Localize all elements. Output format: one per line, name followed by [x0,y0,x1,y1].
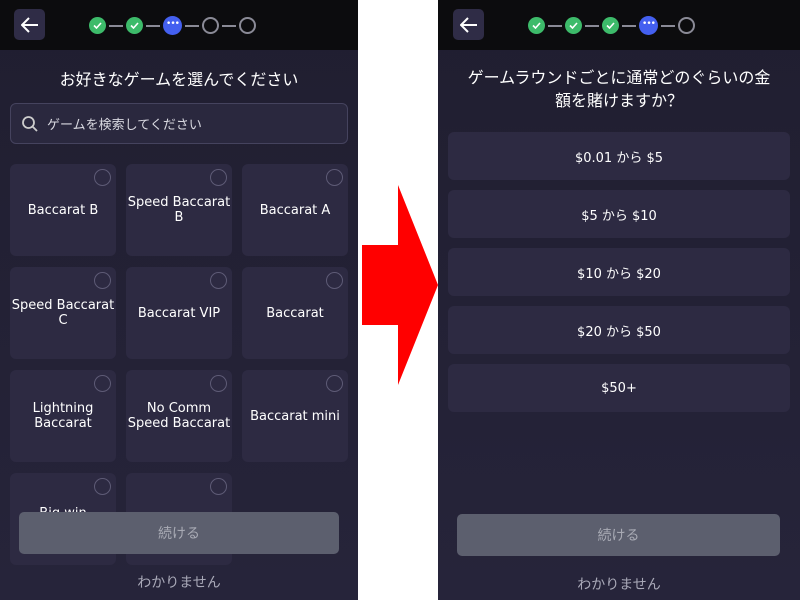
step-done [565,17,582,34]
step-todo [678,17,695,34]
game-name: Lightning Baccarat [32,401,94,431]
check-icon [130,22,139,29]
game-card[interactable]: Baccarat mini [242,370,348,462]
bet-amount-screen: ••• ゲームラウンドごとに通常どのぐらいの金 額を賭けますか？ $0.01 か… [438,0,800,600]
step-done [126,17,143,34]
game-name: Speed Baccarat C [11,298,115,328]
ellipsis-icon: ••• [642,19,656,29]
check-icon [532,22,541,29]
check-icon [606,22,615,29]
continue-button[interactable]: 続ける [457,514,780,556]
page-title: お好きなゲームを選んでください [59,70,299,89]
radio-button[interactable] [326,375,343,392]
arrow-left-icon [20,16,38,33]
arrow-right-icon [362,185,438,385]
bet-option[interactable]: $0.01 から $5 [448,132,790,180]
step-connector [109,24,123,27]
check-icon [93,22,102,29]
radio-button[interactable] [94,272,111,289]
radio-button[interactable] [94,169,111,186]
step-connector [585,24,599,27]
step-done [528,17,545,34]
step-connector [146,24,160,27]
radio-button[interactable] [326,169,343,186]
game-card[interactable]: Baccarat VIP [126,267,232,359]
check-icon [569,22,578,29]
step-connector [222,24,236,27]
radio-button[interactable] [210,375,227,392]
radio-button[interactable] [210,478,227,495]
game-name: Baccarat A [259,202,331,218]
game-card[interactable]: Baccarat B [10,164,116,256]
step-todo [239,17,256,34]
game-name: Speed Baccarat B [127,195,231,225]
bet-option[interactable]: $20 から $50 [448,306,790,354]
game-name: Baccarat [266,305,324,321]
game-card[interactable]: Speed Baccarat C [10,267,116,359]
step-current: ••• [639,16,658,35]
search-placeholder: ゲームを検索してください [47,118,202,133]
search-input[interactable]: ゲームを検索してください [10,103,348,144]
radio-button[interactable] [94,375,111,392]
dont-know-link[interactable]: わかりません [0,572,358,592]
radio-button[interactable] [210,272,227,289]
radio-button[interactable] [210,169,227,186]
continue-button[interactable]: 続ける [19,512,339,554]
radio-button[interactable] [326,272,343,289]
step-todo [202,17,219,34]
step-current: ••• [163,16,182,35]
step-done [602,17,619,34]
arrow-left-icon [459,16,477,33]
radio-button[interactable] [94,478,111,495]
search-icon [22,115,38,132]
header: ••• [0,0,358,50]
bet-option[interactable]: $5 から $10 [448,190,790,238]
dont-know-link[interactable]: わかりません [438,574,800,594]
game-card[interactable]: Speed Baccarat B [126,164,232,256]
progress-steps: ••• [528,16,695,35]
game-card[interactable]: Baccarat A [242,164,348,256]
page-title: ゲームラウンドごとに通常どのぐらいの金 [467,68,771,87]
game-name: Baccarat VIP [137,305,221,321]
step-connector [622,24,636,27]
game-name: Baccarat mini [250,408,340,424]
ellipsis-icon: ••• [166,19,180,29]
bet-option[interactable]: $50+ [448,364,790,412]
step-connector [548,24,562,27]
game-name: No Comm Speed Baccarat [127,401,231,431]
back-button[interactable] [453,9,484,40]
header: ••• [438,0,800,50]
step-connector [185,24,199,27]
page-title-line2: 額を賭けますか？ [554,91,683,110]
back-button[interactable] [14,9,45,40]
step-connector [661,24,675,27]
progress-steps: ••• [89,16,256,35]
bet-option[interactable]: $10 から $20 [448,248,790,296]
game-name: Baccarat B [27,202,99,218]
step-done [89,17,106,34]
game-card[interactable]: Baccarat [242,267,348,359]
game-selection-screen: ••• お好きなゲームを選んでください ゲームを検索してください Baccara… [0,0,358,600]
game-card[interactable]: No Comm Speed Baccarat [126,370,232,462]
game-card[interactable]: Lightning Baccarat [10,370,116,462]
